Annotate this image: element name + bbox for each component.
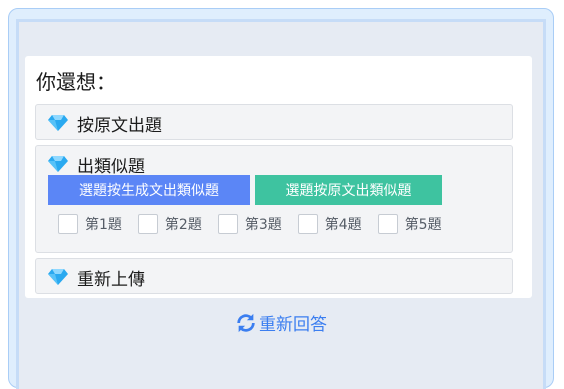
question-checkbox-4[interactable]: 第4題 (297, 214, 362, 234)
checkbox-box[interactable] (217, 214, 238, 234)
refresh-icon (237, 313, 255, 332)
diamond-icon (48, 269, 68, 285)
reset-label: 重新回答 (259, 315, 327, 335)
options-card: 你還想： 按原文出題 出類似題 選題按生成文出類似題 選題按原文出類似題 第1題… (25, 56, 532, 298)
generate-similar-button[interactable]: 選題按生成文出類似題 (48, 175, 250, 205)
checkbox-label: 第3題 (244, 217, 282, 233)
option-label: 按原文出題 (77, 115, 162, 136)
checkbox-label: 第5題 (404, 217, 442, 233)
checkbox-box[interactable] (377, 214, 398, 234)
checkbox-box[interactable] (297, 214, 318, 234)
diamond-icon (48, 156, 68, 172)
question-checkbox-3[interactable]: 第3題 (217, 214, 282, 234)
checkbox-label: 第1題 (85, 217, 122, 233)
option-label: 出類似題 (77, 156, 145, 177)
question-checkbox-1[interactable]: 第1題 (58, 214, 122, 234)
option-original[interactable]: 按原文出題 (35, 104, 513, 140)
question-checkbox-5[interactable]: 第5題 (377, 214, 442, 234)
question-checkbox-group: 第1題 第2題 第3題 第4題 第5題 (58, 214, 458, 234)
option-similar: 出類似題 選題按生成文出類似題 選題按原文出類似題 第1題 第2題 第3題 第4… (35, 145, 513, 253)
checkbox-label: 第4題 (324, 217, 362, 233)
checkbox-box[interactable] (137, 214, 158, 234)
original-similar-button[interactable]: 選題按原文出類似題 (255, 175, 442, 205)
checkbox-box[interactable] (58, 214, 78, 234)
diamond-icon (48, 115, 68, 131)
question-checkbox-2[interactable]: 第2題 (137, 214, 202, 234)
option-reupload[interactable]: 重新上傳 (35, 258, 513, 294)
option-label: 重新上傳 (77, 269, 145, 290)
reset-answer-button[interactable]: 重新回答 (235, 310, 327, 335)
panel-heading: 你還想： (36, 70, 116, 94)
checkbox-label: 第2題 (164, 217, 202, 233)
